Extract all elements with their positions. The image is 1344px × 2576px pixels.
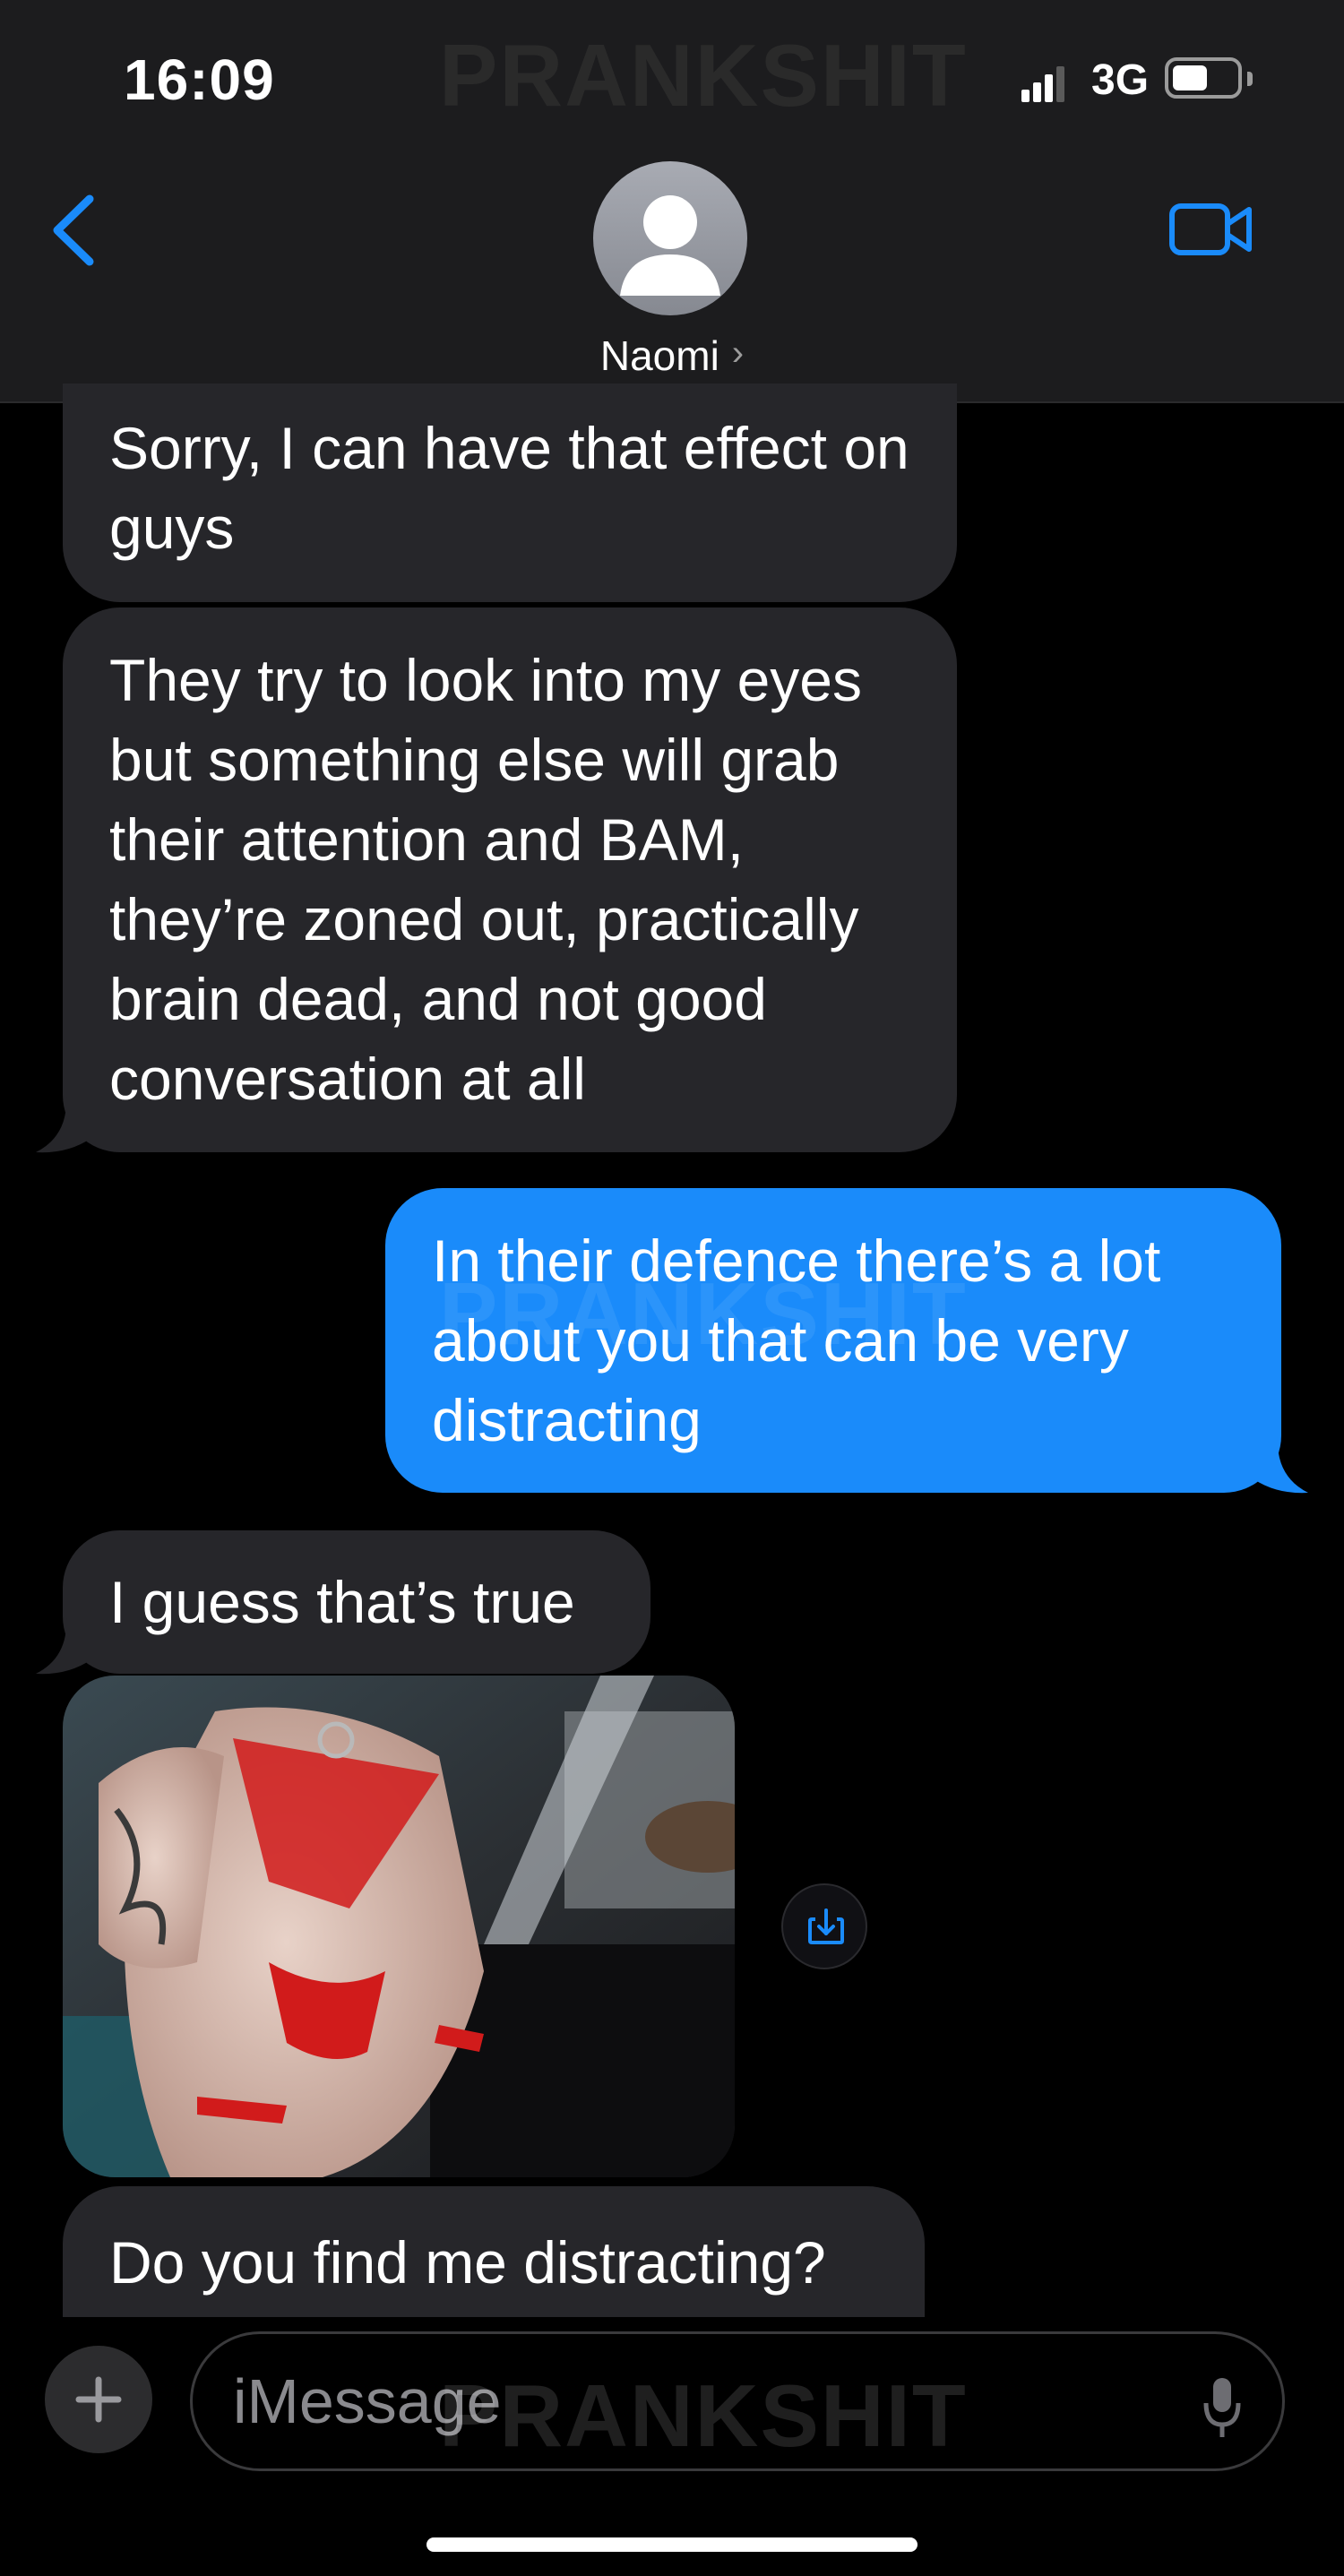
- message-text: They try to look into my eyes but someth…: [109, 647, 862, 1112]
- message-bubble-incoming[interactable]: They try to look into my eyes but someth…: [63, 607, 957, 1152]
- back-chevron-icon[interactable]: [47, 192, 104, 269]
- battery-icon: [1165, 57, 1242, 99]
- bubble-tail: [36, 1618, 91, 1675]
- contact-avatar[interactable]: [593, 161, 747, 315]
- message-text: Sorry, I can have that effect on guys: [109, 415, 909, 561]
- network-type: 3G: [1091, 56, 1150, 104]
- message-bubble-incoming[interactable]: I guess that’s true: [63, 1530, 650, 1674]
- person-silhouette-icon: [620, 195, 720, 296]
- microphone-icon[interactable]: [1201, 2374, 1244, 2441]
- photo-attachment[interactable]: [63, 1676, 735, 2177]
- cellular-signal-icon: [1021, 63, 1064, 102]
- chevron-right-icon: ›: [731, 332, 745, 373]
- status-time: 16:09: [124, 47, 275, 112]
- contact-name-button[interactable]: Naomi ›: [0, 332, 1344, 380]
- download-icon: [808, 1908, 844, 1944]
- watermark: PRANKSHIT: [439, 2366, 968, 2465]
- plus-icon: [75, 2376, 122, 2423]
- watermark: PRANKSHIT: [439, 1264, 968, 1363]
- bubble-tail: [36, 1097, 91, 1153]
- save-photo-button[interactable]: [781, 1883, 867, 1969]
- message-bubble-incoming[interactable]: Sorry, I can have that effect on guys: [63, 383, 957, 602]
- photo-image: [63, 1676, 735, 2177]
- message-bubble-incoming[interactable]: Do you find me distracting?: [63, 2186, 925, 2339]
- conversation-header: 16:09 PRANKSHIT 3G Naomi ›: [0, 0, 1344, 403]
- contact-name: Naomi: [599, 332, 719, 379]
- apps-button[interactable]: [45, 2346, 152, 2453]
- watermark: PRANKSHIT: [439, 26, 968, 125]
- video-camera-icon[interactable]: [1168, 201, 1254, 258]
- home-indicator[interactable]: [426, 2537, 918, 2552]
- battery-tip: [1247, 72, 1253, 86]
- message-text: I guess that’s true: [109, 1568, 575, 1635]
- bubble-tail: [1253, 1437, 1308, 1494]
- message-text: Do you find me distracting?: [109, 2228, 826, 2296]
